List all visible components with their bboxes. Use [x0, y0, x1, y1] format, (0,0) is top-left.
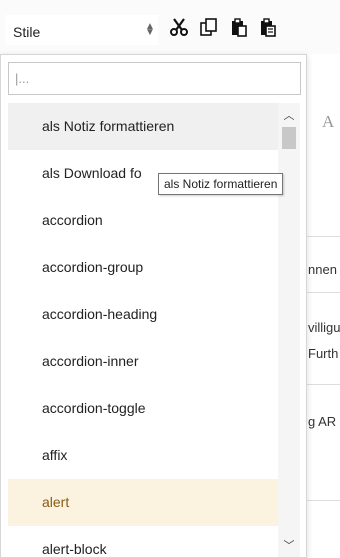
- divider: [307, 500, 340, 501]
- styles-list: als Notiz formattieren als Download fo a…: [8, 103, 278, 557]
- copy-icon[interactable]: [196, 14, 222, 40]
- search-field[interactable]: [8, 62, 301, 95]
- divider: [307, 292, 340, 293]
- list-item[interactable]: affix: [8, 432, 278, 479]
- list-item-selected[interactable]: alert: [8, 479, 278, 526]
- toolbar: Stile ▲ ▼: [0, 0, 340, 54]
- paste-icon[interactable]: [226, 14, 252, 40]
- styles-dropdown-panel: als Notiz formattieren als Download fo a…: [0, 54, 307, 558]
- list-item[interactable]: accordion-toggle: [8, 385, 278, 432]
- scroll-up-icon[interactable]: ︿: [278, 105, 300, 125]
- divider: [307, 236, 340, 237]
- scrollbar[interactable]: ︿ ﹀: [278, 103, 300, 557]
- dropdown-arrows-icon: ▲ ▼: [145, 21, 155, 38]
- list-item[interactable]: alert-block: [8, 526, 278, 557]
- divider: [307, 384, 340, 385]
- list-item[interactable]: accordion-inner: [8, 338, 278, 385]
- editor-snippet: nnen: [308, 262, 337, 277]
- list-item[interactable]: als Notiz formattieren: [8, 103, 278, 150]
- format-glyph: A: [322, 112, 335, 131]
- scroll-thumb[interactable]: [282, 127, 296, 149]
- list-item[interactable]: accordion-group: [8, 244, 278, 291]
- scissors-icon[interactable]: [166, 14, 192, 40]
- styles-dropdown[interactable]: Stile ▲ ▼: [5, 15, 158, 45]
- editor-snippet: villigu: [308, 320, 340, 335]
- tooltip: als Notiz formattieren: [158, 173, 284, 195]
- editor-snippet: g AR: [308, 414, 337, 429]
- list-item[interactable]: accordion: [8, 197, 278, 244]
- scroll-down-icon[interactable]: ﹀: [278, 535, 300, 555]
- paste-text-icon[interactable]: [255, 14, 281, 40]
- editor-snippet: Furth: [308, 346, 339, 361]
- styles-dropdown-label: Stile: [13, 24, 41, 40]
- search-input[interactable]: [9, 63, 300, 94]
- list-item[interactable]: accordion-heading: [8, 291, 278, 338]
